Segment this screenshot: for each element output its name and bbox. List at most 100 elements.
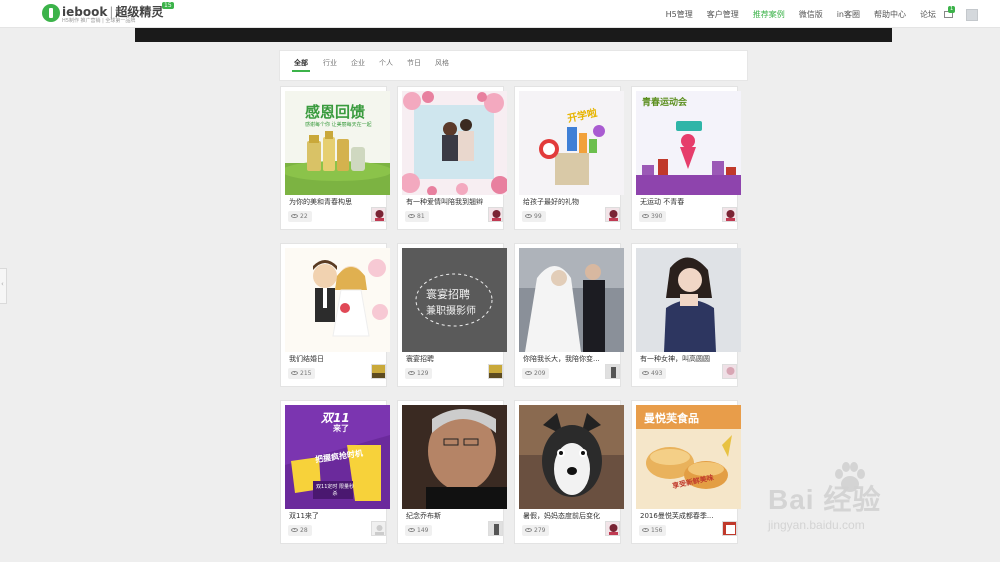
message-count-badge: 1	[948, 6, 956, 13]
view-count: 279	[522, 525, 550, 536]
case-card[interactable]: 我们结婚日 215	[280, 243, 390, 387]
nav-recommended-cases[interactable]: 推荐案例	[753, 9, 785, 20]
tab-holiday[interactable]: 节日	[407, 51, 421, 82]
tab-industry[interactable]: 行业	[323, 51, 337, 82]
category-filter-tabs: 全部 行业 企业 个人 节日 风格	[279, 50, 748, 81]
author-avatar[interactable]	[488, 521, 503, 536]
thumbnail-heading: 青春运动会	[642, 98, 688, 108]
case-thumbnail[interactable]	[402, 91, 507, 195]
chevron-left-icon: ‹	[1, 280, 4, 288]
case-card[interactable]: 有一种爱情叫陪我到翘辫 81	[397, 86, 507, 230]
thumbnail-heading: 曼悦芙食品	[644, 412, 699, 425]
view-count: 28	[288, 525, 312, 536]
logo-badge: 15	[162, 2, 174, 9]
side-collapse-handle[interactable]: ‹	[0, 268, 7, 304]
tab-personal[interactable]: 个人	[379, 51, 393, 82]
case-thumbnail[interactable]	[519, 248, 624, 352]
case-thumbnail[interactable]	[285, 248, 390, 352]
nav-forum[interactable]: 论坛	[920, 9, 936, 20]
eye-icon	[642, 371, 649, 375]
case-thumbnail[interactable]: 青春运动会	[636, 91, 741, 195]
eye-icon	[291, 528, 298, 532]
thumbnail-note: 双11定时 限量秒杀	[316, 484, 354, 497]
tab-enterprise[interactable]: 企业	[351, 51, 365, 82]
case-thumbnail[interactable]	[636, 248, 741, 352]
case-title[interactable]: 双11来了	[289, 511, 383, 521]
author-avatar[interactable]	[722, 207, 737, 222]
author-avatar[interactable]	[605, 207, 620, 222]
author-avatar[interactable]	[371, 364, 386, 379]
watermark-url: jingyan.baidu.com	[768, 518, 865, 532]
case-card[interactable]: 你陪我长大，我陪你变... 209	[514, 243, 624, 387]
eye-icon	[525, 528, 532, 532]
case-title[interactable]: 我们结婚日	[289, 354, 383, 364]
case-title[interactable]: 有一种爱情叫陪我到翘辫	[406, 197, 500, 207]
author-avatar[interactable]	[488, 364, 503, 379]
case-card[interactable]: 青春运动会 无运动 不青春 390	[631, 86, 741, 230]
author-avatar[interactable]	[722, 364, 737, 379]
author-avatar[interactable]	[371, 521, 386, 536]
iebook-logo[interactable]: iebook | 超级精灵 H5制作 推广营销 | 全球第一品牌 15	[42, 2, 182, 25]
case-title[interactable]: 无运动 不青春	[640, 197, 734, 207]
case-thumbnail[interactable]	[402, 405, 507, 509]
case-title[interactable]: 有一种女神，叫高圆圆	[640, 354, 734, 364]
case-title[interactable]: 你陪我长大，我陪你变...	[523, 354, 617, 364]
author-avatar[interactable]	[371, 207, 386, 222]
nav-wechat-version[interactable]: 微信版	[799, 9, 823, 20]
user-avatar[interactable]	[966, 9, 978, 21]
eye-icon	[642, 528, 649, 532]
case-title[interactable]: 给孩子最好的礼物	[523, 197, 617, 207]
case-title[interactable]: 为你的美和青春构思	[289, 197, 383, 207]
case-card[interactable]: 暑假，妈妈态度前后变化 279	[514, 400, 624, 544]
view-count: 493	[639, 368, 667, 379]
case-thumbnail[interactable]: 曼悦芙食品 享受新鲜美味	[636, 405, 741, 509]
case-thumbnail[interactable]	[519, 405, 624, 509]
view-count: 99	[522, 211, 546, 222]
eye-icon	[525, 214, 532, 218]
eye-icon	[408, 214, 415, 218]
view-count: 209	[522, 368, 550, 379]
eye-icon	[642, 214, 649, 218]
banner-strip	[135, 28, 892, 42]
tab-all[interactable]: 全部	[292, 51, 310, 82]
case-title[interactable]: 2016曼悦芙成都春季...	[640, 511, 734, 521]
case-thumbnail[interactable]: 开学啦	[519, 91, 624, 195]
case-title[interactable]: 寰宴招聘	[406, 354, 500, 364]
case-card[interactable]: 双11 来了 把握疯抢时机 双11定时 限量秒杀 双11来了 28	[280, 400, 390, 544]
tab-style[interactable]: 风格	[435, 51, 449, 82]
author-avatar[interactable]	[605, 364, 620, 379]
nav-customer-manage[interactable]: 客户管理	[707, 9, 739, 20]
thumbnail-heading: 寰宴招聘	[426, 288, 470, 301]
case-title[interactable]: 暑假，妈妈态度前后变化	[523, 511, 617, 521]
case-card[interactable]: 开学啦 给孩子最好的礼物 99	[514, 86, 624, 230]
author-avatar[interactable]	[722, 521, 737, 536]
case-card[interactable]: 曼悦芙食品 享受新鲜美味 2016曼悦芙成都春季... 156	[631, 400, 741, 544]
author-avatar[interactable]	[605, 521, 620, 536]
main-nav: H5管理 客户管理 推荐案例 微信版 in客圈 帮助中心 论坛	[652, 0, 936, 28]
eye-icon	[525, 371, 532, 375]
thumbnail-subheading: 感谢每个你 让美丽每天在一起	[305, 122, 372, 128]
case-card[interactable]: 有一种女神，叫高圆圆 493	[631, 243, 741, 387]
case-title[interactable]: 纪念乔布斯	[406, 511, 500, 521]
nav-help-center[interactable]: 帮助中心	[874, 9, 906, 20]
nav-in-circle[interactable]: in客圈	[837, 9, 860, 20]
view-count: 22	[288, 211, 312, 222]
author-avatar[interactable]	[488, 207, 503, 222]
watermark-brand: Bai 经验	[768, 484, 882, 515]
eye-icon	[408, 528, 415, 532]
case-card[interactable]: 纪念乔布斯 149	[397, 400, 507, 544]
case-thumbnail[interactable]: 双11 来了 把握疯抢时机 双11定时 限量秒杀	[285, 405, 390, 509]
view-count: 149	[405, 525, 433, 536]
case-thumbnail[interactable]: 感恩回馈 感谢每个你 让美丽每天在一起	[285, 91, 390, 195]
case-thumbnail[interactable]: 寰宴招聘 兼职摄影师	[402, 248, 507, 352]
case-card[interactable]: 寰宴招聘 兼职摄影师 寰宴招聘 129	[397, 243, 507, 387]
thumbnail-subheading: 来了	[333, 424, 349, 433]
case-card[interactable]: 感恩回馈 感谢每个你 让美丽每天在一起 为你的美和青春构思 22	[280, 86, 390, 230]
iebook-logo-icon	[42, 4, 60, 22]
thumbnail-subheading: 兼职摄影师	[426, 306, 476, 317]
view-count: 215	[288, 368, 316, 379]
view-count: 390	[639, 211, 667, 222]
eye-icon	[408, 371, 415, 375]
view-count: 81	[405, 211, 429, 222]
nav-h5-manage[interactable]: H5管理	[666, 9, 693, 20]
